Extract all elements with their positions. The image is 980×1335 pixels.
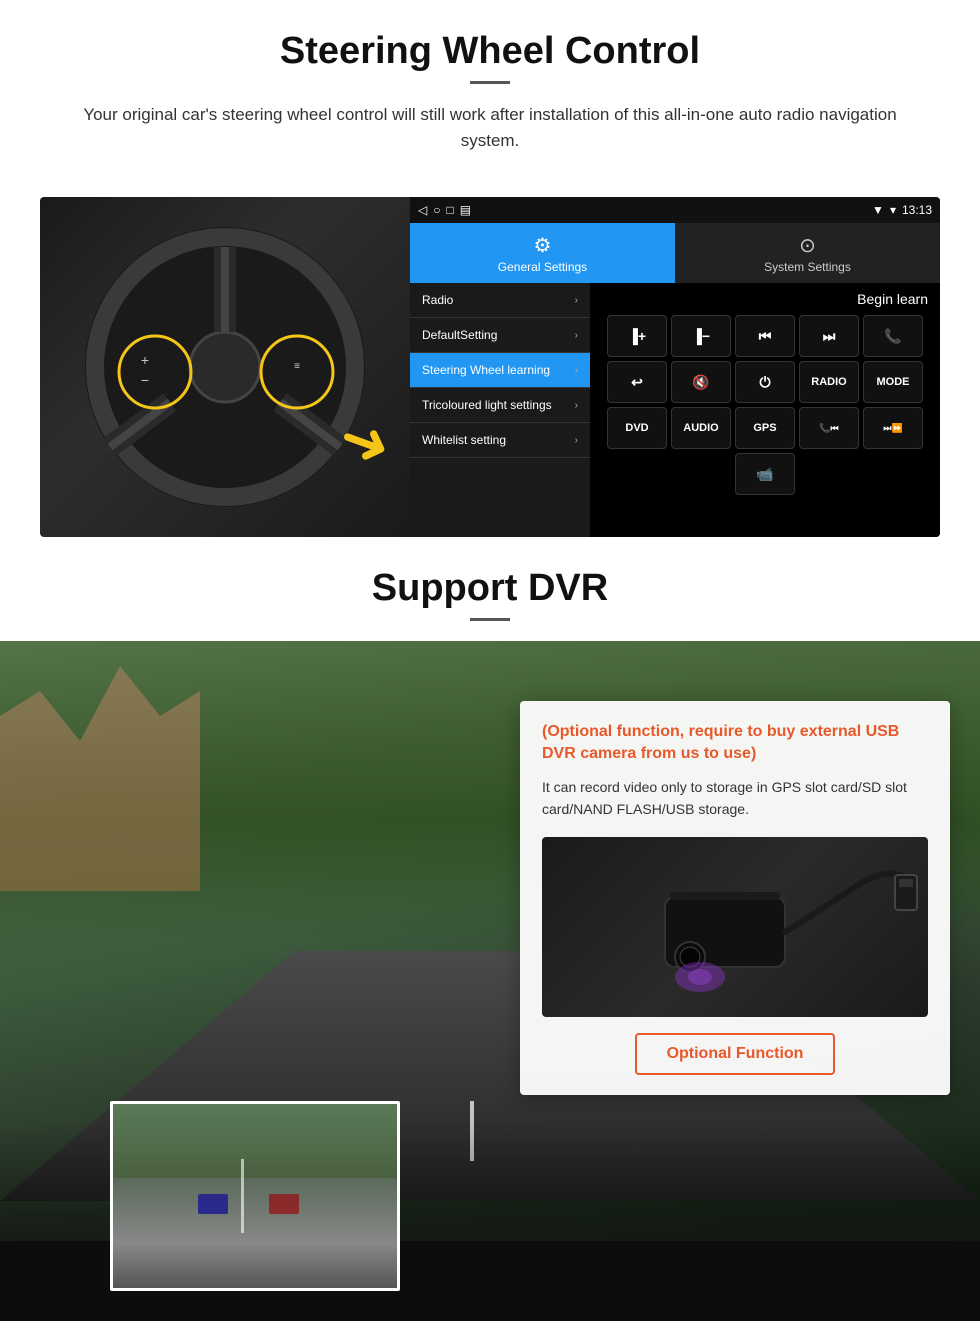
tab-system[interactable]: ⊙ System Settings	[675, 223, 940, 283]
next-next-button[interactable]: ⏭⏩	[863, 407, 923, 449]
title-divider	[470, 81, 510, 84]
phone-button[interactable]: 📞	[863, 315, 923, 357]
android-tabs: ⚙ General Settings ⊙ System Settings	[410, 223, 940, 283]
page-title: Steering Wheel Control	[40, 30, 940, 73]
begin-learn-button[interactable]: Begin learn	[857, 291, 928, 307]
dvr-preview-image	[110, 1101, 400, 1291]
system-icon: ⊙	[799, 233, 816, 258]
dvd-button[interactable]: DVD	[607, 407, 667, 449]
mode-button[interactable]: MODE	[863, 361, 923, 403]
tab-system-label: System Settings	[764, 260, 851, 274]
power-icon: ⏻	[759, 374, 770, 391]
settings-gear-icon: ⚙	[534, 233, 552, 258]
phone-prev-icon: 📞⏮	[819, 423, 838, 434]
prev-track-button[interactable]: ⏮	[735, 315, 795, 357]
record-icon: 📹	[756, 466, 773, 483]
wifi-icon: ▾	[890, 203, 896, 217]
menu-steering-label: Steering Wheel learning	[422, 363, 550, 377]
vol-plus-button[interactable]: ▐+	[607, 315, 667, 357]
vol-minus-icon: ▐−	[692, 328, 710, 344]
status-menu-icon: ▤	[460, 203, 471, 217]
chevron-right-icon: ›	[575, 330, 578, 341]
record-button[interactable]: 📹	[735, 453, 795, 495]
radio-label: RADIO	[811, 376, 846, 388]
menu-tricoloured-label: Tricoloured light settings	[422, 398, 552, 412]
dvr-title-area: Support DVR	[0, 537, 980, 641]
control-row-2: ↩ 🔇 ⏻ RADIO MOD	[594, 361, 936, 403]
gps-label: GPS	[753, 422, 776, 434]
menu-item-radio[interactable]: Radio ›	[410, 283, 590, 318]
control-row-4: 📹	[594, 453, 936, 495]
controls-panel: Begin learn ▐+ ▐− ⏮	[590, 283, 940, 537]
menu-whitelist-label: Whitelist setting	[422, 433, 506, 447]
power-button[interactable]: ⏻	[735, 361, 795, 403]
dvr-info-card: (Optional function, require to buy exter…	[520, 701, 950, 1095]
dvd-label: DVD	[625, 422, 648, 434]
gps-button[interactable]: GPS	[735, 407, 795, 449]
phone-prev-button[interactable]: 📞⏮	[799, 407, 859, 449]
control-row-3: DVD AUDIO GPS 📞⏮	[594, 407, 936, 449]
status-time: 13:13	[902, 203, 932, 217]
inset-road-scene	[113, 1104, 397, 1288]
chevron-right-icon: ›	[575, 365, 578, 376]
status-home-icon: ○	[433, 203, 440, 217]
dvr-optional-title: (Optional function, require to buy exter…	[542, 721, 928, 766]
dvr-title-divider	[470, 618, 510, 621]
prev-track-icon: ⏮	[759, 328, 772, 345]
svg-text:≡: ≡	[294, 361, 300, 372]
steering-wheel-svg: + − ≡	[75, 217, 375, 517]
tab-general[interactable]: ⚙ General Settings	[410, 223, 675, 283]
screenshot-container: + − ≡ ➜ ◁ ○ □ ▤ ▼ ▾ 13	[40, 197, 940, 537]
status-back-icon: ◁	[418, 203, 427, 217]
vol-minus-button[interactable]: ▐−	[671, 315, 731, 357]
next-track-icon: ⏭	[823, 328, 836, 345]
back-icon: ↩	[631, 374, 643, 391]
phone-icon: 📞	[884, 328, 901, 345]
menu-default-label: DefaultSetting	[422, 328, 497, 342]
steering-wheel-photo: + − ≡ ➜	[40, 197, 410, 537]
audio-button[interactable]: AUDIO	[671, 407, 731, 449]
mute-icon: 🔇	[692, 374, 709, 391]
menu-column: Radio › DefaultSetting › Steering Wheel …	[410, 283, 590, 537]
tab-general-label: General Settings	[498, 260, 587, 274]
dvr-image-section: (Optional function, require to buy exter…	[0, 641, 980, 1321]
menu-item-steering-wheel[interactable]: Steering Wheel learning ›	[410, 353, 590, 388]
optional-function-button[interactable]: Optional Function	[635, 1033, 836, 1075]
next-next-icon: ⏭⏩	[883, 423, 902, 434]
status-square-icon: □	[446, 203, 453, 217]
subtitle-text: Your original car's steering wheel contr…	[60, 102, 920, 153]
next-track-button[interactable]: ⏭	[799, 315, 859, 357]
menu-item-defaultsetting[interactable]: DefaultSetting ›	[410, 318, 590, 353]
steering-section: Steering Wheel Control Your original car…	[0, 0, 980, 537]
android-ui: ◁ ○ □ ▤ ▼ ▾ 13:13 ⚙ General Settings	[410, 197, 940, 537]
svg-text:−: −	[141, 372, 149, 388]
control-row-1: ▐+ ▐− ⏮ ⏭ 📞	[594, 315, 936, 357]
chevron-right-icon: ›	[575, 295, 578, 306]
dvr-section: Support DVR	[0, 537, 980, 1321]
dvr-camera-image	[542, 837, 928, 1017]
dvr-title: Support DVR	[40, 567, 940, 610]
dvr-camera-svg	[545, 847, 925, 1007]
mode-label: MODE	[877, 376, 910, 388]
begin-learn-row: Begin learn	[594, 287, 936, 311]
menu-item-tricoloured[interactable]: Tricoloured light settings ›	[410, 388, 590, 423]
chevron-right-icon: ›	[575, 435, 578, 446]
radio-button[interactable]: RADIO	[799, 361, 859, 403]
android-content: Radio › DefaultSetting › Steering Wheel …	[410, 283, 940, 537]
vol-plus-icon: ▐+	[628, 328, 646, 344]
menu-radio-label: Radio	[422, 293, 453, 307]
menu-item-whitelist[interactable]: Whitelist setting ›	[410, 423, 590, 458]
svg-text:+: +	[141, 352, 149, 368]
audio-label: AUDIO	[683, 422, 718, 434]
signal-icon: ▼	[872, 203, 884, 217]
android-statusbar: ◁ ○ □ ▤ ▼ ▾ 13:13	[410, 197, 940, 223]
chevron-right-icon: ›	[575, 400, 578, 411]
mute-button[interactable]: 🔇	[671, 361, 731, 403]
back-button[interactable]: ↩	[607, 361, 667, 403]
dvr-description: It can record video only to storage in G…	[542, 776, 928, 821]
